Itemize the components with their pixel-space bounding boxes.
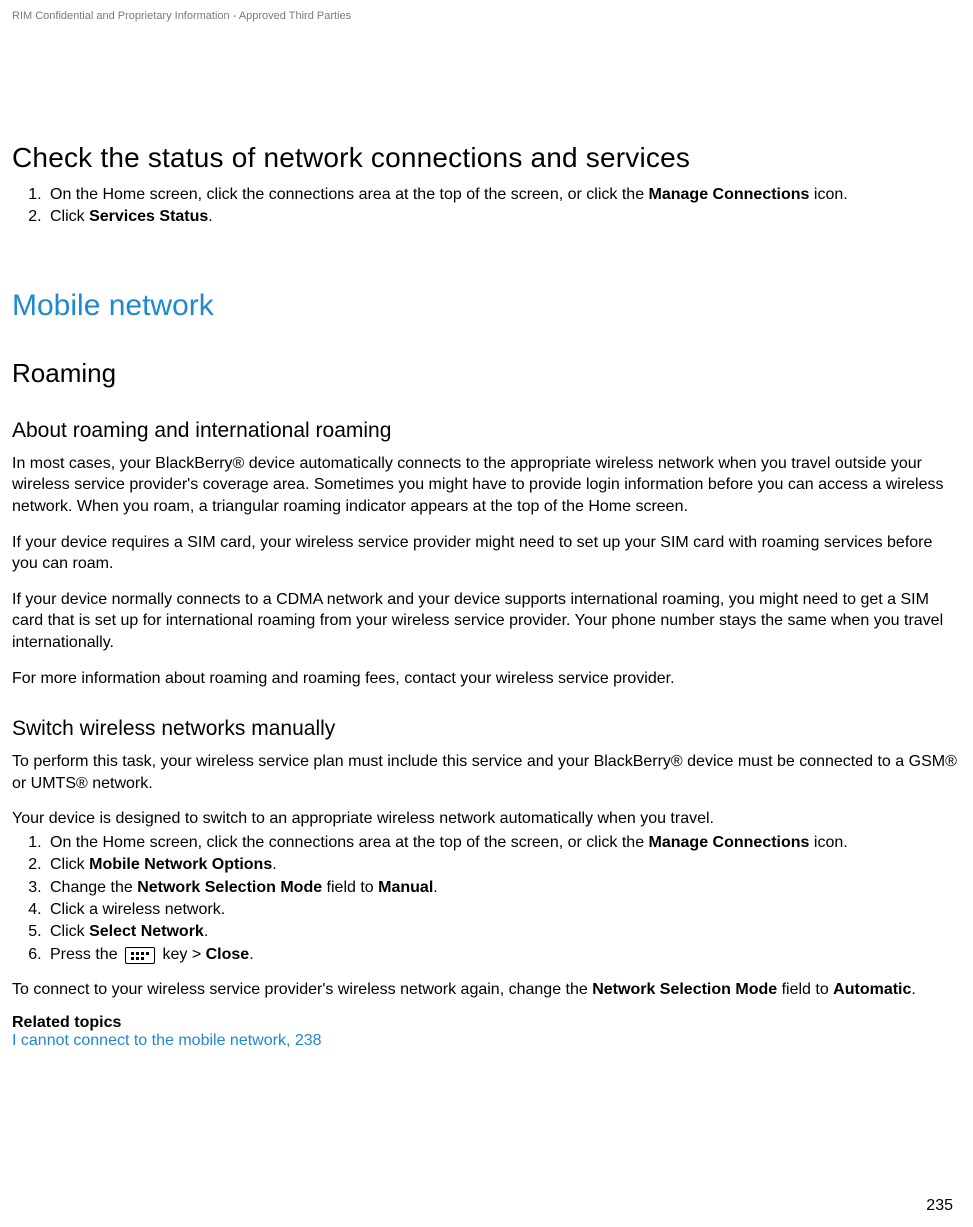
step-item: Click a wireless network. bbox=[46, 899, 961, 921]
step-item: On the Home screen, click the connection… bbox=[46, 832, 961, 854]
check-status-steps: On the Home screen, click the connection… bbox=[12, 184, 961, 229]
heading-switch-networks: Switch wireless networks manually bbox=[12, 717, 961, 741]
confidential-header: RIM Confidential and Proprietary Informa… bbox=[12, 10, 961, 22]
paragraph: For more information about roaming and r… bbox=[12, 668, 961, 690]
related-topics-label: Related topics bbox=[12, 1014, 961, 1032]
heading-about-roaming: About roaming and international roaming bbox=[12, 419, 961, 443]
step-item: Change the Network Selection Mode field … bbox=[46, 877, 961, 899]
step-item: Click Select Network. bbox=[46, 921, 961, 943]
page-number: 235 bbox=[926, 1197, 953, 1215]
section-title-check-status: Check the status of network connections … bbox=[12, 142, 961, 174]
paragraph: In most cases, your BlackBerry® device a… bbox=[12, 453, 961, 518]
paragraph: To perform this task, your wireless serv… bbox=[12, 751, 961, 794]
switch-networks-steps: On the Home screen, click the connection… bbox=[12, 832, 961, 967]
paragraph: To connect to your wireless service prov… bbox=[12, 979, 961, 1001]
step-item: On the Home screen, click the connection… bbox=[46, 184, 961, 206]
paragraph: Your device is designed to switch to an … bbox=[12, 808, 961, 830]
paragraph: If your device requires a SIM card, your… bbox=[12, 532, 961, 575]
section-title-mobile-network: Mobile network bbox=[12, 289, 961, 323]
menu-key-icon bbox=[125, 947, 155, 964]
subsection-roaming: Roaming bbox=[12, 358, 961, 389]
step-item: Press the key > Close. bbox=[46, 944, 961, 967]
related-topic-link[interactable]: I cannot connect to the mobile network, … bbox=[12, 1032, 961, 1050]
step-item: Click Services Status. bbox=[46, 206, 961, 228]
paragraph: If your device normally connects to a CD… bbox=[12, 589, 961, 654]
step-item: Click Mobile Network Options. bbox=[46, 854, 961, 876]
